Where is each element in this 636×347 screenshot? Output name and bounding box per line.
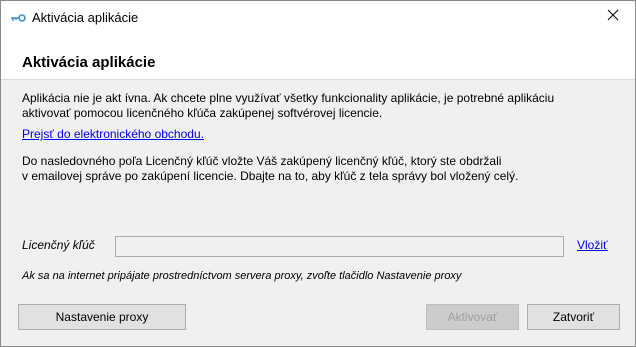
- header-panel: Aktivácia aplikácie: [1, 32, 635, 79]
- proxy-settings-button[interactable]: Nastavenie proxy: [18, 304, 186, 330]
- instructions-line-1: Do nasledovného poľa Licenčný kľúč vložt…: [22, 154, 502, 168]
- intro-line-2: aktivovať pomocou licenčného kľúča zakúp…: [22, 106, 383, 120]
- window-title: Aktivácia aplikácie: [32, 10, 139, 25]
- activation-dialog: Aktivácia aplikácie Aktivácia aplikácie …: [0, 0, 636, 347]
- title-bar: Aktivácia aplikácie: [1, 1, 635, 32]
- proxy-note: Ak sa na internet pripájate prostredníct…: [22, 270, 462, 282]
- instructions-text: Do nasledovného poľa Licenčný kľúč vložt…: [22, 154, 622, 184]
- intro-text: Aplikácia nie je akt ívna. Ak chcete pln…: [22, 91, 622, 121]
- key-icon: [10, 12, 26, 22]
- activate-button[interactable]: Aktivovať: [426, 304, 519, 330]
- intro-line-1: Aplikácia nie je akt ívna. Ak chcete pln…: [22, 91, 555, 105]
- license-key-input[interactable]: [115, 236, 564, 257]
- license-key-label: Licenčný kľúč: [22, 238, 95, 252]
- close-window-button[interactable]: [591, 1, 635, 32]
- store-link[interactable]: Prejsť do elektronického obchodu.: [22, 127, 204, 141]
- instructions-line-2: v emailovej správe po zakúpení licencie.…: [22, 169, 519, 183]
- close-icon: [607, 9, 619, 24]
- page-title: Aktivácia aplikácie: [22, 54, 156, 71]
- paste-link[interactable]: Vložiť: [577, 238, 608, 252]
- header-divider: [1, 79, 635, 80]
- close-button[interactable]: Zatvoriť: [527, 304, 620, 330]
